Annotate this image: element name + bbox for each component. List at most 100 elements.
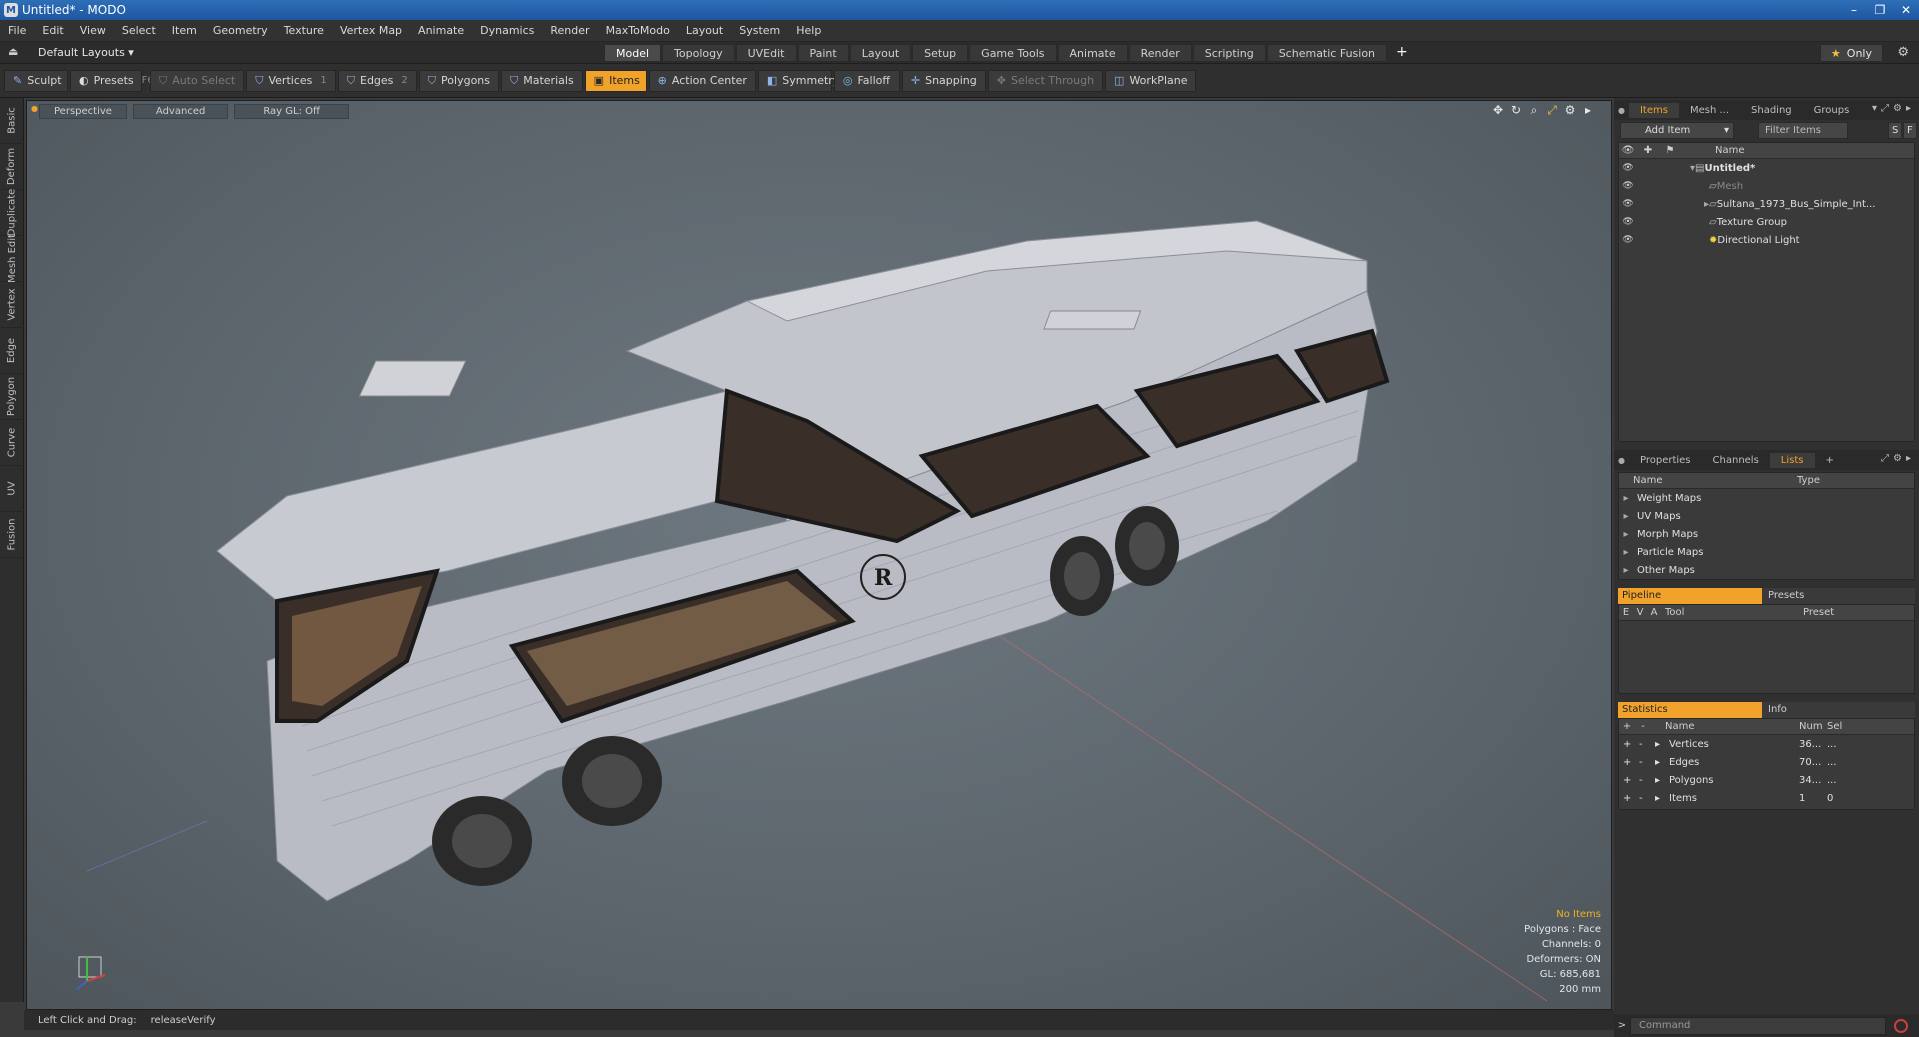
rotate-icon[interactable]: ↻ [1507, 103, 1525, 118]
command-input[interactable] [1630, 1016, 1886, 1035]
tab-scripting[interactable]: Scripting [1192, 44, 1266, 62]
menu-view[interactable]: View [72, 24, 114, 37]
menu-render[interactable]: Render [542, 24, 597, 37]
remove-selection-icon[interactable]: - [1635, 775, 1651, 786]
add-selection-icon[interactable]: + [1619, 757, 1635, 768]
tab-game-tools[interactable]: Game Tools [969, 44, 1057, 62]
viewport-arrow-icon[interactable]: ▸ [1579, 103, 1597, 118]
tree-indent[interactable]: ▸ [1637, 199, 1709, 210]
action-center-button[interactable]: ⊕ Action Center [648, 69, 756, 92]
expand-arrow-icon[interactable]: ▸ [1619, 547, 1633, 558]
vtab-fusion[interactable]: Fusion [0, 512, 24, 558]
vertices-button[interactable]: ⛉ Vertices 1 [246, 69, 336, 92]
list-item[interactable]: ▸ Morph Maps [1619, 525, 1914, 543]
vtab-vertex[interactable]: Vertex [0, 282, 24, 328]
menu-vertex-map[interactable]: Vertex Map [332, 24, 410, 37]
f-button[interactable]: F [1903, 122, 1917, 139]
tab-mesh[interactable]: Mesh ... [1679, 103, 1740, 118]
tab-schematic-fusion[interactable]: Schematic Fusion [1266, 44, 1388, 62]
menu-dynamics[interactable]: Dynamics [472, 24, 542, 37]
expand-arrow-icon[interactable]: ▸ [1651, 793, 1665, 804]
menu-system[interactable]: System [731, 24, 788, 37]
zoom-icon[interactable]: ⌕ [1525, 103, 1543, 118]
tab-lists[interactable]: Lists [1769, 452, 1815, 468]
falloff-button[interactable]: ◎ Falloff [833, 69, 900, 92]
presets-button[interactable]: ◐ Presets F6 [70, 69, 154, 92]
record-macro-icon[interactable] [1894, 1018, 1908, 1033]
expand-arrow-icon[interactable]: ▸ [1651, 757, 1665, 768]
add-panel-tab[interactable]: + [1815, 453, 1845, 468]
list-item[interactable]: ▸ Other Maps [1619, 561, 1914, 579]
vtab-mesh-edit[interactable]: Mesh Edit [0, 234, 24, 283]
tab-presets[interactable]: Presets [1762, 588, 1915, 604]
statistics-row[interactable]: + - ▸ Polygons 34...... [1619, 771, 1914, 789]
vtab-edge[interactable]: Edge [0, 328, 24, 374]
item-tree-row[interactable]: 👁 ▾ ▤ Untitled* [1619, 159, 1914, 177]
vtab-curve[interactable]: Curve [0, 420, 24, 466]
visibility-eye-icon[interactable]: 👁 [1619, 217, 1637, 227]
panel-controls-icon[interactable]: ▾⤢⚙▸ [1872, 103, 1915, 114]
remove-selection-icon[interactable]: - [1635, 793, 1651, 804]
auto-select-button[interactable]: ⛉ Auto Select [150, 69, 245, 92]
expand-arrow-icon[interactable]: ▸ [1651, 775, 1665, 786]
tab-paint[interactable]: Paint [797, 44, 849, 62]
tab-setup[interactable]: Setup [912, 44, 969, 62]
symmetry-button[interactable]: ◧ Symmetry [757, 69, 839, 92]
shading-mode-select[interactable]: Advanced [132, 103, 229, 119]
panel-menu-icon[interactable]: ● [1614, 106, 1629, 115]
menu-select[interactable]: Select [114, 24, 164, 37]
close-icon[interactable]: ✕ [1893, 0, 1919, 20]
minimize-icon[interactable]: – [1841, 0, 1867, 20]
list-item[interactable]: ▸ UV Maps [1619, 507, 1914, 525]
panel-menu-icon-2[interactable]: ● [1614, 456, 1629, 465]
tab-info[interactable]: Info [1762, 702, 1915, 718]
sculpt-button[interactable]: ✎ Sculpt [4, 69, 68, 92]
tab-channels[interactable]: Channels [1702, 453, 1770, 468]
menu-geometry[interactable]: Geometry [205, 24, 276, 37]
menu-layout[interactable]: Layout [678, 24, 731, 37]
remove-selection-icon[interactable]: - [1635, 739, 1651, 750]
menu-edit[interactable]: Edit [34, 24, 71, 37]
vtab-basic[interactable]: Basic [0, 98, 24, 144]
layout-home-icon[interactable]: ⏏ [8, 45, 18, 58]
visibility-eye-icon[interactable]: 👁 [1619, 235, 1637, 245]
tab-animate[interactable]: Animate [1057, 44, 1128, 62]
item-tree-row[interactable]: 👁 ▱ Texture Group [1619, 213, 1914, 231]
menu-maxtomodo[interactable]: MaxToModo [598, 24, 678, 37]
item-tree-row[interactable]: 👁 ✹ Directional Light [1619, 231, 1914, 249]
statistics-row[interactable]: + - ▸ Edges 70...... [1619, 753, 1914, 771]
add-selection-icon[interactable]: + [1619, 793, 1635, 804]
add-item-button[interactable]: Add Item ▾ [1620, 122, 1734, 139]
tab-statistics[interactable]: Statistics [1618, 702, 1762, 718]
tab-uvedit[interactable]: UVEdit [735, 44, 797, 62]
remove-selection-icon[interactable]: - [1635, 757, 1651, 768]
vtab-deform[interactable]: Deform [0, 144, 24, 190]
pan-icon[interactable]: ✥ [1489, 103, 1507, 118]
layout-select[interactable]: Default Layouts ▾ [38, 46, 134, 59]
only-button[interactable]: ★ Only [1819, 44, 1883, 62]
menu-file[interactable]: File [0, 24, 34, 37]
add-selection-icon[interactable]: + [1619, 775, 1635, 786]
tab-properties[interactable]: Properties [1629, 453, 1702, 468]
tab-shading[interactable]: Shading [1740, 103, 1803, 118]
menu-help[interactable]: Help [788, 24, 829, 37]
expand-arrow-icon[interactable]: ▸ [1619, 565, 1633, 576]
vtab-polygon[interactable]: Polygon [0, 374, 24, 420]
maximize-icon[interactable]: ⤢ [1543, 103, 1561, 118]
menu-animate[interactable]: Animate [410, 24, 472, 37]
expand-arrow-icon[interactable]: ▸ [1651, 739, 1665, 750]
restore-icon[interactable]: ❐ [1867, 0, 1893, 20]
workplane-button[interactable]: ◫ WorkPlane [1105, 69, 1197, 92]
raygl-toggle[interactable]: Ray GL: Off [234, 103, 349, 119]
expand-arrow-icon[interactable]: ▸ [1619, 529, 1633, 540]
polygons-button[interactable]: ⛉ Polygons [418, 69, 499, 92]
items-button[interactable]: ▣ Items [584, 69, 647, 92]
tab-pipeline[interactable]: Pipeline [1618, 588, 1762, 604]
snapping-button[interactable]: ✛ Snapping [901, 69, 986, 92]
add-selection-icon[interactable]: + [1619, 739, 1635, 750]
view-mode-select[interactable]: Perspective [39, 103, 127, 119]
expand-arrow-icon[interactable]: ▸ [1619, 493, 1633, 504]
tab-render[interactable]: Render [1128, 44, 1192, 62]
tab-topology[interactable]: Topology [662, 44, 735, 62]
visibility-eye-icon[interactable]: 👁 [1619, 199, 1637, 209]
